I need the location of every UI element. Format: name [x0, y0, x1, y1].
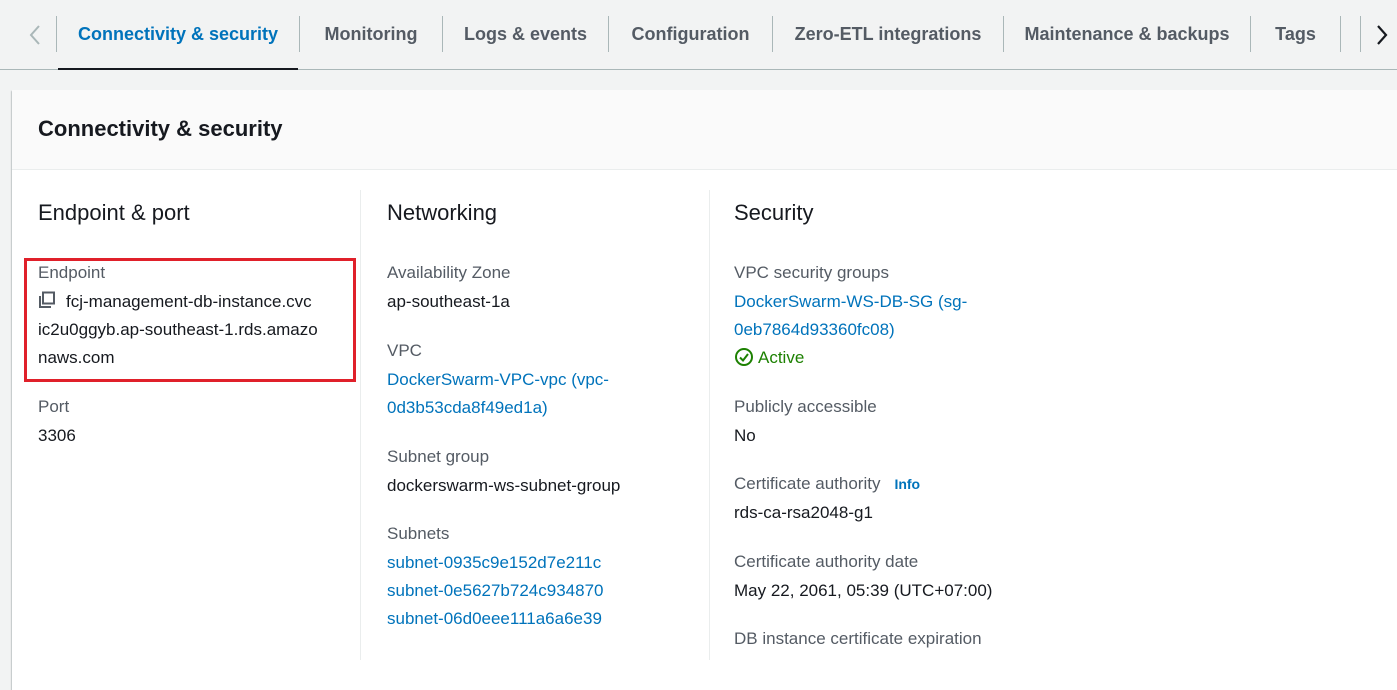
subnet-group-field: Subnet group dockerswarm-ws-subnet-group [387, 446, 620, 500]
certificate-authority-field: Certificate authority Info rds-ca-rsa2048… [734, 473, 1134, 527]
chevron-left-icon [29, 25, 40, 45]
networking-column: Networking Availability Zone ap-southeas… [387, 190, 707, 628]
security-group-link-line1[interactable]: DockerSwarm-WS-DB-SG (sg- [734, 288, 967, 316]
connectivity-security-panel: Connectivity & security Endpoint & port … [12, 90, 1397, 690]
check-circle-icon [735, 348, 753, 366]
info-link[interactable]: Info [894, 476, 920, 492]
tab-maintenance-backups[interactable]: Maintenance & backups [1004, 0, 1250, 69]
security-group-status: Active [734, 344, 967, 372]
tab-zero-etl-integrations[interactable]: Zero-ETL integrations [773, 0, 1003, 69]
availability-zone-label: Availability Zone [387, 263, 511, 282]
subnet-link[interactable]: subnet-0e5627b724c934870 [387, 577, 603, 605]
subnets-label: Subnets [387, 524, 450, 543]
certificate-authority-date-value: May 22, 2061, 05:39 (UTC+07:00) [734, 581, 993, 600]
endpoint-highlight-box [24, 258, 356, 382]
endpoint-port-column: Endpoint & port Endpoint fcj-management-… [38, 190, 358, 445]
availability-zone-field: Availability Zone ap-southeast-1a [387, 262, 510, 316]
vpc-link[interactable]: DockerSwarm-VPC-vpc (vpc- 0d3b53cda8f49e… [387, 366, 609, 422]
tab-separator [56, 16, 57, 52]
publicly-accessible-field: Publicly accessible No [734, 396, 877, 450]
panel-title: Connectivity & security [38, 116, 283, 141]
tab-configuration[interactable]: Configuration [609, 0, 772, 69]
subnet-link[interactable]: subnet-06d0eee111a6a6e39 [387, 605, 603, 633]
security-group-link-line2[interactable]: 0eb7864d93360fc08) [734, 316, 967, 344]
tab-separator [1360, 16, 1361, 52]
tab-connectivity-security[interactable]: Connectivity & security [58, 0, 298, 70]
certificate-expiration-label: DB instance certificate expiration [734, 629, 982, 648]
port-field: Port 3306 [38, 396, 76, 450]
panel-header: Connectivity & security [12, 90, 1397, 170]
publicly-accessible-label: Publicly accessible [734, 397, 877, 416]
subnet-link[interactable]: subnet-0935c9e152d7e211c [387, 549, 603, 577]
endpoint-port-heading: Endpoint & port [38, 200, 190, 225]
subnets-list: subnet-0935c9e152d7e211c subnet-0e5627b7… [387, 549, 603, 633]
tab-tags[interactable]: Tags [1251, 0, 1340, 69]
port-label: Port [38, 397, 70, 416]
certificate-expiration-field: DB instance certificate expiration [734, 628, 1134, 650]
column-divider [709, 190, 710, 660]
vpc-field: VPC DockerSwarm-VPC-vpc (vpc- 0d3b53cda8… [387, 340, 609, 422]
certificate-authority-label-row: Certificate authority Info [734, 473, 1134, 495]
tab-bar: Connectivity & security Monitoring Logs … [0, 0, 1397, 70]
certificate-authority-value: rds-ca-rsa2048-g1 [734, 503, 873, 522]
security-column: Security VPC security groups DockerSwarm… [734, 190, 1134, 648]
certificate-authority-label: Certificate authority [734, 474, 881, 493]
certificate-authority-date-label: Certificate authority date [734, 552, 919, 571]
tab-logs-events[interactable]: Logs & events [443, 0, 608, 69]
security-heading: Security [734, 200, 814, 225]
security-groups-field: VPC security groups DockerSwarm-WS-DB-SG… [734, 262, 967, 372]
status-active-text: Active [758, 348, 805, 367]
security-groups-label: VPC security groups [734, 263, 889, 282]
tab-monitoring[interactable]: Monitoring [300, 0, 442, 69]
tab-separator [1340, 16, 1341, 52]
security-group-link[interactable]: DockerSwarm-WS-DB-SG (sg- 0eb7864d93360f… [734, 288, 967, 344]
vpc-link-line1[interactable]: DockerSwarm-VPC-vpc (vpc- [387, 366, 609, 394]
tabs-scroll-right-button[interactable] [1367, 18, 1397, 52]
certificate-authority-date-field: Certificate authority date May 22, 2061,… [734, 551, 1134, 605]
port-value: 3306 [38, 426, 76, 445]
subnets-field: Subnets subnet-0935c9e152d7e211c subnet-… [387, 523, 603, 633]
subnet-group-value: dockerswarm-ws-subnet-group [387, 476, 621, 495]
vpc-link-line2[interactable]: 0d3b53cda8f49ed1a) [387, 394, 609, 422]
column-divider [360, 190, 361, 660]
availability-zone-value: ap-southeast-1a [387, 292, 510, 311]
vpc-label: VPC [387, 341, 422, 360]
chevron-right-icon [1377, 25, 1388, 45]
tabs-scroll-left-button[interactable] [20, 18, 50, 52]
subnet-group-label: Subnet group [387, 447, 490, 466]
networking-heading: Networking [387, 200, 498, 225]
publicly-accessible-value: No [734, 426, 756, 445]
